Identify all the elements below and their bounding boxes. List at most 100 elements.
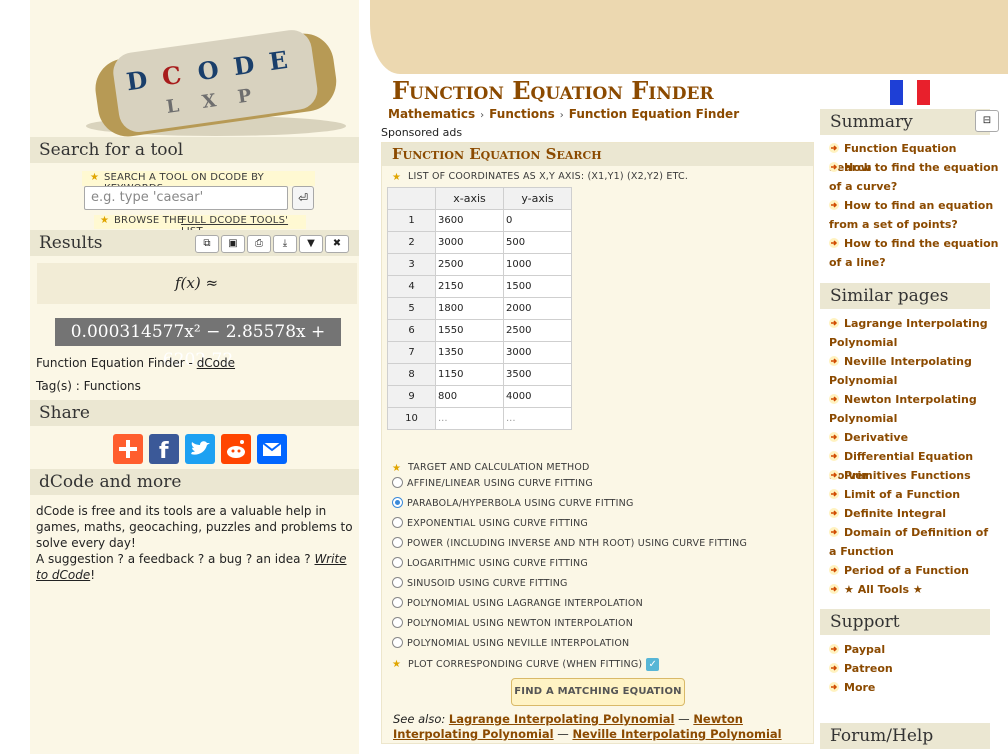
see-also-lagrange-link[interactable]: Lagrange Interpolating Polynomial bbox=[449, 712, 675, 726]
collapse-button[interactable]: ⊟ bbox=[975, 110, 999, 132]
search-placeholder: e.g. type 'caesar' bbox=[91, 190, 204, 205]
share-plus-button[interactable] bbox=[113, 434, 143, 464]
method-option[interactable]: PARABOLA/HYPERBOLA USING CURVE FITTING bbox=[392, 496, 634, 512]
radio-button[interactable] bbox=[392, 617, 403, 628]
radio-button[interactable] bbox=[392, 557, 403, 568]
y-value-cell[interactable]: 4000 bbox=[503, 385, 572, 408]
method-option[interactable]: POWER (INCLUDING INVERSE AND NTH ROOT) U… bbox=[392, 536, 747, 552]
plot-label: PLOT CORRESPONDING CURVE (WHEN FITTING) bbox=[408, 659, 643, 670]
browse-prefix: BROWSE THE bbox=[114, 215, 184, 226]
y-value-cell[interactable]: 1500 bbox=[503, 275, 572, 298]
radio-button[interactable] bbox=[392, 497, 403, 508]
breadcrumb-current[interactable]: Function Equation Finder bbox=[569, 107, 739, 121]
sidebar-link[interactable]: Primitives Functions bbox=[829, 466, 999, 485]
row-index: 7 bbox=[387, 341, 436, 364]
x-value-cell[interactable]: 1800 bbox=[435, 297, 504, 320]
y-value-cell[interactable]: 1000 bbox=[503, 253, 572, 276]
coords-label: LIST OF COORDINATES AS X,Y AXIS: (X1,Y1)… bbox=[408, 171, 689, 182]
sidebar-link[interactable]: How to find the equation of a curve? bbox=[829, 158, 999, 196]
x-value-cell[interactable]: 800 bbox=[435, 385, 504, 408]
print-button[interactable]: ⎙ bbox=[247, 235, 271, 253]
sidebar-link[interactable]: Newton Interpolating Polynomial bbox=[829, 390, 999, 428]
share-facebook-button[interactable]: f bbox=[149, 434, 179, 464]
share-email-button[interactable] bbox=[257, 434, 287, 464]
method-option[interactable]: LOGARITHMIC USING CURVE FITTING bbox=[392, 556, 588, 572]
x-value-cell[interactable]: 1550 bbox=[435, 319, 504, 342]
search-input[interactable]: e.g. type 'caesar' bbox=[84, 186, 288, 210]
plot-checkbox[interactable]: ✓ bbox=[646, 658, 660, 671]
breadcrumb-mathematics[interactable]: Mathematics bbox=[388, 107, 475, 121]
download-button[interactable]: ⤓ bbox=[273, 235, 297, 253]
sidebar-link[interactable]: Limit of a Function bbox=[829, 485, 999, 504]
suggestion-end: ! bbox=[90, 568, 96, 582]
y-value-cell[interactable]: 3000 bbox=[503, 341, 572, 364]
y-value-cell[interactable]: 2000 bbox=[503, 297, 572, 320]
radio-button[interactable] bbox=[392, 637, 403, 648]
radio-button[interactable] bbox=[392, 517, 403, 528]
sidebar-link[interactable]: Derivative bbox=[829, 428, 999, 447]
method-option[interactable]: EXPONENTIAL USING CURVE FITTING bbox=[392, 516, 588, 532]
y-value-cell[interactable]: 500 bbox=[503, 231, 572, 254]
row-index: 6 bbox=[387, 319, 436, 342]
share-reddit-button[interactable] bbox=[221, 434, 251, 464]
find-equation-button[interactable]: FIND A MATCHING EQUATION bbox=[511, 678, 685, 706]
y-value-cell[interactable]: 2500 bbox=[503, 319, 572, 342]
pin-button[interactable]: ▼ bbox=[299, 235, 323, 253]
result-formula[interactable]: 0.000314577x² − 2.85578x + 6202.72 bbox=[55, 318, 341, 370]
credit-line: Function Equation Finder - dCode bbox=[36, 356, 235, 370]
x-value-cell[interactable]: 1150 bbox=[435, 363, 504, 386]
radio-button[interactable] bbox=[392, 537, 403, 548]
x-value-cell[interactable]: ... bbox=[435, 407, 504, 430]
x-value-cell[interactable]: 3000 bbox=[435, 231, 504, 254]
twitter-icon bbox=[191, 441, 210, 455]
sidebar-link[interactable]: How to find the equation of a line? bbox=[829, 234, 999, 272]
method-option[interactable]: AFFINE/LINEAR USING CURVE FITTING bbox=[392, 476, 593, 492]
radio-button[interactable] bbox=[392, 477, 403, 488]
method-option[interactable]: POLYNOMIAL USING NEVILLE INTERPOLATION bbox=[392, 636, 629, 652]
sidebar-link[interactable]: Patreon bbox=[829, 659, 999, 678]
svg-text:X: X bbox=[201, 90, 218, 113]
sidebar-link[interactable]: Lagrange Interpolating Polynomial bbox=[829, 314, 999, 352]
copy-button[interactable]: ⧉ bbox=[195, 235, 219, 253]
method-option[interactable]: POLYNOMIAL USING NEWTON INTERPOLATION bbox=[392, 616, 633, 632]
svg-text:C: C bbox=[160, 60, 183, 91]
method-option[interactable]: POLYNOMIAL USING LAGRANGE INTERPOLATION bbox=[392, 596, 643, 612]
french-flag-icon[interactable] bbox=[890, 80, 930, 105]
sponsored-label: Sponsored ads bbox=[381, 126, 463, 139]
enter-icon: ⏎ bbox=[297, 191, 309, 205]
sidebar-link[interactable]: Domain of Definition of a Function bbox=[829, 523, 999, 561]
formula-lhs: f(x) ≈ bbox=[175, 274, 219, 292]
method-option[interactable]: SINUSOID USING CURVE FITTING bbox=[392, 576, 568, 592]
y-value-cell[interactable]: 3500 bbox=[503, 363, 572, 386]
sidebar-link[interactable]: Period of a Function bbox=[829, 561, 999, 580]
search-submit-button[interactable]: ⏎ bbox=[292, 186, 314, 210]
share-twitter-button[interactable] bbox=[185, 434, 215, 464]
sidebar-link[interactable]: Definite Integral bbox=[829, 504, 999, 523]
sidebar-link[interactable]: Paypal bbox=[829, 640, 999, 659]
save-button[interactable]: ▣ bbox=[221, 235, 245, 253]
x-value-cell[interactable]: 2500 bbox=[435, 253, 504, 276]
sidebar-link-label: How to find the equation of a line? bbox=[829, 237, 999, 269]
sidebar-link[interactable]: Neville Interpolating Polynomial bbox=[829, 352, 999, 390]
breadcrumb-functions[interactable]: Functions bbox=[489, 107, 555, 121]
x-value-cell[interactable]: 3600 bbox=[435, 209, 504, 232]
y-value-cell[interactable]: ... bbox=[503, 407, 572, 430]
see-also-neville-link[interactable]: Neville Interpolating Polynomial bbox=[572, 727, 781, 741]
x-value-cell[interactable]: 2150 bbox=[435, 275, 504, 298]
chevron-right-icon: › bbox=[559, 110, 564, 121]
close-button[interactable]: ✖ bbox=[325, 235, 349, 253]
dcode-link[interactable]: dCode bbox=[197, 356, 235, 370]
sidebar-link[interactable]: More bbox=[829, 678, 999, 697]
star-icon: ★ bbox=[90, 172, 99, 183]
sidebar-link[interactable]: How to find an equation from a set of po… bbox=[829, 196, 999, 234]
y-value-cell[interactable]: 0 bbox=[503, 209, 572, 232]
row-index: 5 bbox=[387, 297, 436, 320]
radio-button[interactable] bbox=[392, 597, 403, 608]
method-label-text: POLYNOMIAL USING LAGRANGE INTERPOLATION bbox=[407, 598, 643, 609]
method-label-text: POWER (INCLUDING INVERSE AND NTH ROOT) U… bbox=[407, 538, 748, 549]
x-value-cell[interactable]: 1350 bbox=[435, 341, 504, 364]
sidebar-link[interactable]: ★ All Tools ★ bbox=[829, 580, 999, 599]
radio-button[interactable] bbox=[392, 577, 403, 588]
dcode-logo[interactable]: D C O D E L X P bbox=[66, 6, 366, 138]
plot-option[interactable]: PLOT CORRESPONDING CURVE (WHEN FITTING) ✓ bbox=[408, 658, 660, 671]
